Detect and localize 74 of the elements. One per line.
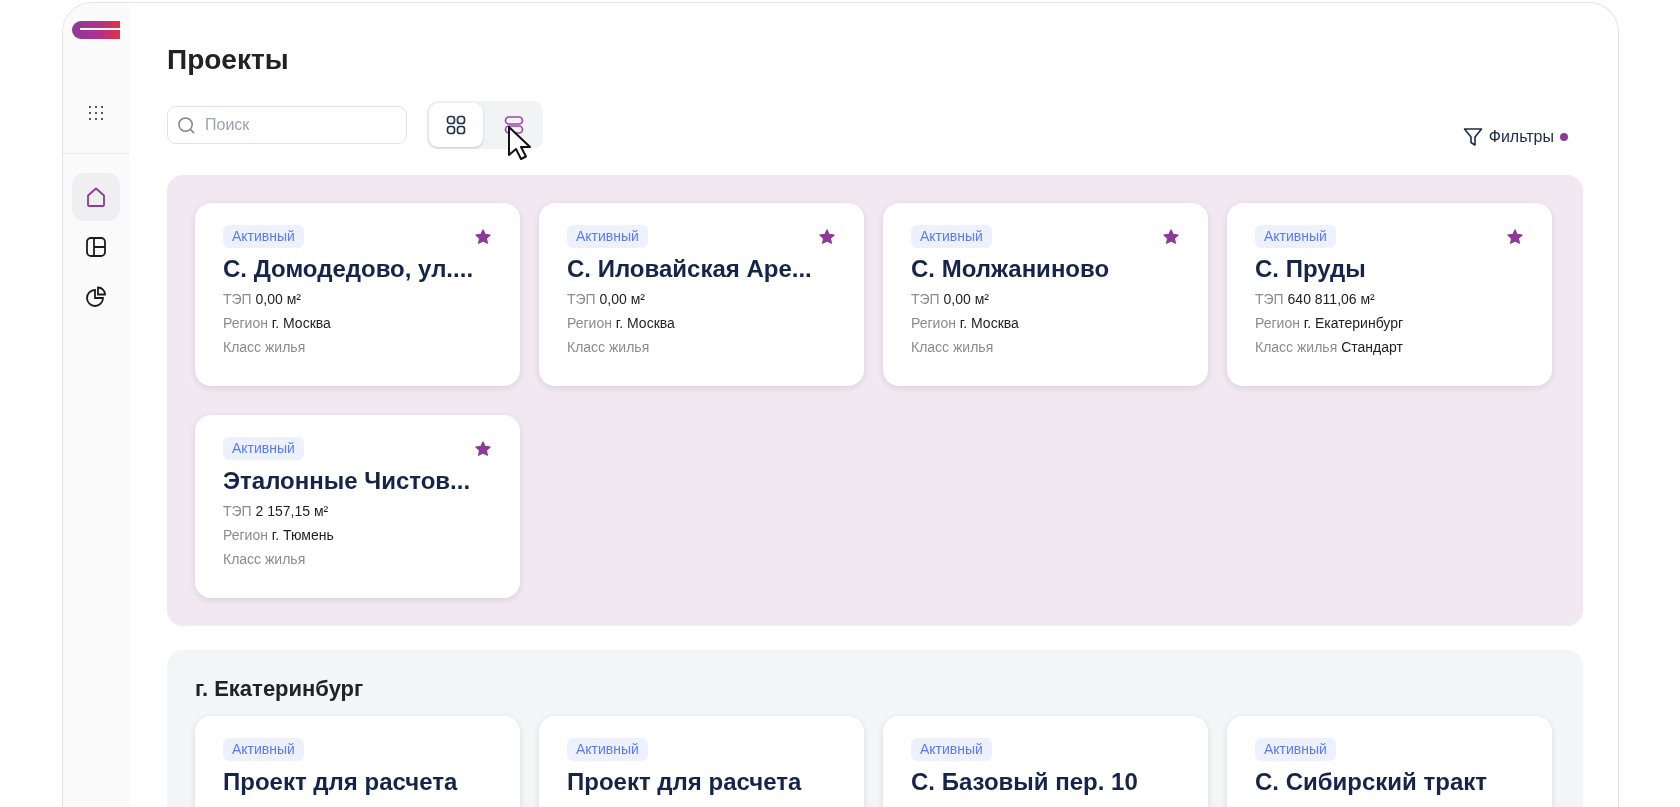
project-title: Эталонные Чистов... (223, 467, 472, 495)
star-icon[interactable] (818, 227, 836, 246)
project-card[interactable]: Активный С. Домодедово, ул.... ТЭП 0,00 м² Регион г. Москва Класс жилья (195, 203, 520, 386)
field-value: 0,00 м² (599, 291, 645, 307)
project-title: С. Сибирский тракт (1255, 768, 1489, 796)
project-card[interactable]: Активный С. Молжаниново ТЭП 0,00 м² Регион г. Москва Класс жилья (883, 203, 1208, 386)
field-label: Класс жилья (223, 551, 306, 567)
view-toggle-button[interactable] (429, 103, 483, 147)
project-card[interactable]: Активный Проект для расчета (539, 716, 864, 807)
search-icon (177, 116, 196, 135)
status-badge: Активный (1255, 738, 1336, 761)
star-icon[interactable] (474, 439, 492, 458)
filters-button[interactable]: Фильтры (1462, 127, 1583, 147)
project-card[interactable]: Активный С. Сибирский тракт (1227, 716, 1552, 807)
field-label: Регион (1255, 315, 1300, 331)
filter-icon (1462, 127, 1483, 147)
star-icon[interactable] (474, 227, 492, 246)
logo-icon (72, 21, 120, 39)
field-label: ТЭП (911, 291, 940, 307)
status-badge: Активный (223, 437, 304, 460)
apps-menu-icon[interactable] (88, 105, 104, 121)
field-label: Регион (567, 315, 612, 331)
project-title: Проект для расчета (223, 768, 459, 796)
project-card[interactable]: Активный С. Базовый пер. 10 (883, 716, 1208, 807)
status-badge: Активный (567, 738, 648, 761)
status-badge: Активный (223, 738, 304, 761)
field-value: 2 157,15 м² (255, 503, 329, 519)
field-value: 0,00 м² (255, 291, 301, 307)
field-value: 0,00 м² (943, 291, 989, 307)
page-title: Проекты (167, 43, 290, 77)
field-label: Регион (911, 315, 956, 331)
field-label: Регион (223, 527, 268, 543)
field-label: ТЭП (567, 291, 596, 307)
project-card[interactable]: Активный Эталонные Чистов... ТЭП 2 157,15 м² Регион г. Тюмень Класс жилья (195, 415, 520, 598)
field-value: Стандарт (1341, 339, 1403, 355)
project-card[interactable]: Активный Проект для расчета (195, 716, 520, 807)
field-label: ТЭП (223, 291, 252, 307)
status-badge: Активный (1255, 225, 1336, 248)
field-value: г. Москва (959, 315, 1019, 331)
nav-button[interactable] (72, 173, 120, 221)
status-badge: Активный (223, 225, 304, 248)
field-label: Класс жилья (911, 339, 994, 355)
field-value: г. Москва (271, 315, 331, 331)
project-title: С. Домодедово, ул.... (223, 255, 475, 283)
field-value: 640 811,06 м² (1287, 291, 1375, 307)
project-card[interactable]: Активный С. Иловайская Аре... ТЭП 0,00 м² Регион г. Москва Класс жилья (539, 203, 864, 386)
project-title: С. Пруды (1255, 255, 1367, 283)
project-title: С. Иловайская Аре... (567, 255, 813, 283)
project-card[interactable]: Активный С. Пруды ТЭП 640 811,06 м² Регион г. Екатеринбург Класс жилья Стандарт (1227, 203, 1552, 386)
grid-icon (446, 115, 466, 135)
search-field[interactable]: Поиск (167, 106, 407, 144)
field-label: Класс жилья (1255, 339, 1338, 355)
field-label: Регион (223, 315, 268, 331)
field-value: г. Екатеринбург (1303, 315, 1404, 331)
group-title: г. Екатеринбург (195, 676, 365, 702)
status-badge: Активный (911, 225, 992, 248)
project-title: Проект для расчета (567, 768, 803, 796)
star-icon[interactable] (1162, 227, 1180, 246)
field-label: ТЭП (223, 503, 252, 519)
field-value: г. Москва (615, 315, 675, 331)
field-label: Класс жилья (223, 339, 306, 355)
status-badge: Активный (567, 225, 648, 248)
pie-chart-icon (85, 286, 107, 308)
home-icon (85, 186, 107, 208)
star-icon[interactable] (1506, 227, 1524, 246)
cursor-icon (507, 125, 533, 161)
status-badge: Активный (911, 738, 992, 761)
field-label: Класс жилья (567, 339, 650, 355)
project-title: С. Базовый пер. 10 (911, 768, 1139, 796)
layout-icon (85, 236, 107, 258)
field-label: ТЭП (1255, 291, 1284, 307)
project-title: С. Молжаниново (911, 255, 1111, 283)
list-icon (504, 115, 524, 135)
field-value: г. Тюмень (271, 527, 334, 543)
